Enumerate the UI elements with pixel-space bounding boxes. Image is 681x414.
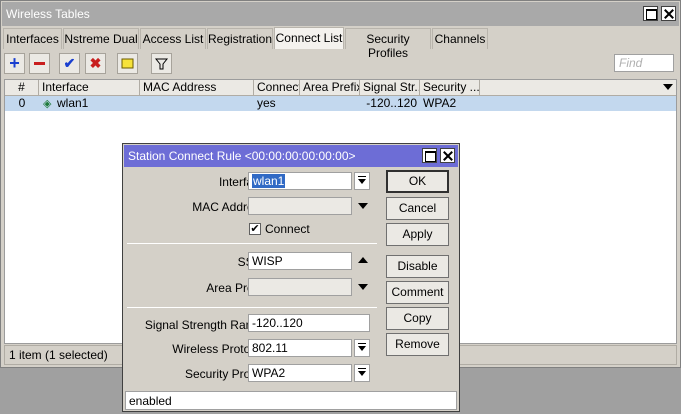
find-input[interactable]: Find xyxy=(614,54,674,72)
ok-button[interactable]: OK xyxy=(386,170,449,193)
connect-checkbox[interactable]: ✔ xyxy=(249,223,261,235)
wireless-interface-icon: ◈ xyxy=(43,98,52,110)
tab-access-list[interactable]: Access List xyxy=(140,28,206,49)
signal-strength-field[interactable]: -120..120 xyxy=(248,314,370,332)
row-num: 0 xyxy=(18,96,26,110)
tab-connect-list[interactable]: Connect List xyxy=(274,27,344,49)
station-connect-rule-dialog: Station Connect Rule <00:00:00:00:00:00>… xyxy=(122,143,460,412)
row-mac xyxy=(140,96,254,111)
disable-button[interactable]: ✖ xyxy=(85,53,106,74)
area-prefix-expand-icon[interactable] xyxy=(358,284,368,290)
comment-icon xyxy=(118,54,137,73)
cancel-button[interactable]: Cancel xyxy=(386,197,449,220)
remove-button[interactable]: Remove xyxy=(386,333,449,356)
close-icon[interactable] xyxy=(440,148,455,163)
separator xyxy=(127,307,377,308)
window-titlebar[interactable]: Wireless Tables xyxy=(2,2,679,26)
dialog-titlebar[interactable]: Station Connect Rule <00:00:00:00:00:00> xyxy=(124,145,458,167)
col-security[interactable]: Security ... xyxy=(420,80,480,96)
col-connect[interactable]: Connect xyxy=(254,80,300,96)
row-connect: yes xyxy=(257,96,276,110)
col-num[interactable]: # xyxy=(5,80,39,96)
remove-button[interactable] xyxy=(29,53,50,74)
window-title: Wireless Tables xyxy=(6,7,90,21)
col-interface[interactable]: Interface xyxy=(39,80,140,96)
wireless-protocol-dropdown-icon[interactable] xyxy=(354,339,370,357)
area-prefix-field[interactable] xyxy=(248,278,352,296)
tab-interfaces[interactable]: Interfaces xyxy=(3,28,62,49)
col-area-prefix[interactable]: Area Prefix xyxy=(300,80,360,96)
ssid-field[interactable]: WISP xyxy=(248,252,352,270)
tab-security-profiles[interactable]: Security Profiles xyxy=(345,28,431,60)
apply-button[interactable]: Apply xyxy=(386,223,449,246)
close-icon[interactable] xyxy=(661,6,676,21)
maximize-icon[interactable] xyxy=(422,148,437,163)
security-profile-dropdown-icon[interactable] xyxy=(354,364,370,382)
interface-dropdown-icon[interactable] xyxy=(354,172,370,190)
column-menu-icon[interactable] xyxy=(663,84,673,90)
dialog-title: Station Connect Rule <00:00:00:00:00:00> xyxy=(128,149,356,163)
connect-label: Connect xyxy=(265,222,310,236)
add-icon: + xyxy=(9,53,20,73)
enable-button[interactable]: ✔ xyxy=(59,53,80,74)
tab-channels[interactable]: Channels xyxy=(432,28,488,49)
security-profile-select[interactable]: WPA2 xyxy=(248,364,352,382)
mac-address-expand-icon[interactable] xyxy=(358,203,368,209)
remove-icon xyxy=(30,54,49,73)
separator xyxy=(127,243,377,244)
copy-button[interactable]: Copy xyxy=(386,307,449,330)
x-icon: ✖ xyxy=(89,55,102,71)
add-button[interactable]: + xyxy=(4,53,25,74)
col-signal-strength[interactable]: Signal Str... xyxy=(360,80,420,96)
table-row[interactable]: 0 ◈ wlan1 yes -120..120 WPA2 xyxy=(5,96,676,111)
table-header: # Interface MAC Address Connect Area Pre… xyxy=(5,80,676,96)
interface-value: wlan1 xyxy=(252,174,286,188)
dialog-status: enabled xyxy=(125,391,457,410)
row-interface-cell: ◈ wlan1 xyxy=(39,96,140,111)
interface-select[interactable]: wlan1 xyxy=(248,172,352,190)
tab-nstreme-dual[interactable]: Nstreme Dual xyxy=(63,28,139,49)
mac-address-field[interactable] xyxy=(248,197,352,215)
wireless-protocol-select[interactable]: 802.11 xyxy=(248,339,352,357)
comment-button[interactable]: Comment xyxy=(386,281,449,304)
disable-button[interactable]: Disable xyxy=(386,255,449,278)
row-security: WPA2 xyxy=(423,96,457,110)
checkmark-icon: ✔ xyxy=(63,55,76,71)
tab-registration[interactable]: Registration xyxy=(207,28,273,49)
row-interface: wlan1 xyxy=(57,96,89,110)
row-signal: -120..120 xyxy=(366,96,417,110)
col-mac-address[interactable]: MAC Address xyxy=(140,80,254,96)
ssid-collapse-icon[interactable] xyxy=(358,257,368,263)
row-area-prefix xyxy=(300,96,360,111)
comment-button[interactable] xyxy=(117,53,138,74)
maximize-icon[interactable] xyxy=(643,6,658,21)
filter-button[interactable] xyxy=(151,53,172,74)
filter-icon xyxy=(152,54,171,73)
